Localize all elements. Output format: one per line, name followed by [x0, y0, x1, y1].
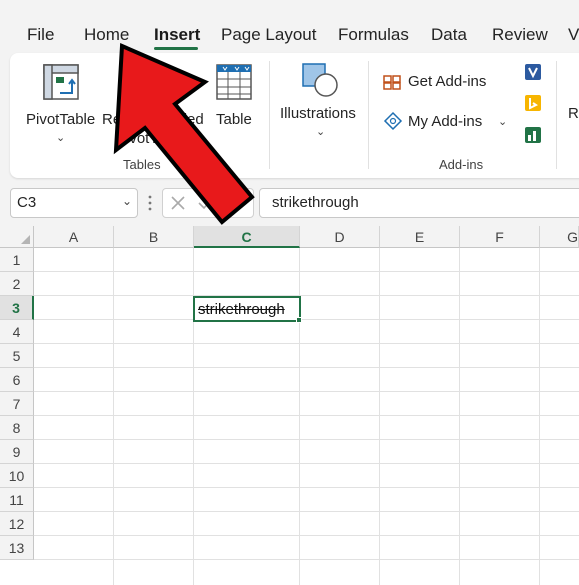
- table-icon: [216, 64, 252, 100]
- tables-group-label: Tables: [123, 157, 161, 172]
- menu-bar: File Home Insert Page Layout Formulas Da…: [0, 0, 579, 52]
- row-header-4[interactable]: 4: [0, 320, 34, 344]
- row-header-9[interactable]: 9: [0, 440, 34, 464]
- table-label: Table: [216, 111, 252, 128]
- cell-c3-text: strikethrough: [198, 301, 285, 318]
- row-header-5[interactable]: 5: [0, 344, 34, 368]
- ribbon-separator: [368, 61, 369, 169]
- gridline: [34, 535, 579, 536]
- get-addins-button[interactable]: Get Add-ins: [380, 69, 490, 95]
- column-header-b[interactable]: B: [114, 226, 194, 248]
- tab-file[interactable]: File: [27, 25, 54, 45]
- gridline: [34, 343, 579, 344]
- recommended-pivottables-icon: [133, 64, 168, 99]
- chevron-down-icon: ⌄: [56, 132, 66, 144]
- column-header-c[interactable]: C: [194, 226, 300, 248]
- column-header-e[interactable]: E: [380, 226, 460, 248]
- column-header-d[interactable]: D: [300, 226, 380, 248]
- row-header-2[interactable]: 2: [0, 272, 34, 296]
- next-group-partial-label: R: [568, 105, 579, 122]
- gridline: [34, 295, 579, 296]
- bing-icon[interactable]: [524, 94, 542, 112]
- gridline: [34, 415, 579, 416]
- row-header-1[interactable]: 1: [0, 248, 34, 272]
- column-header-a[interactable]: A: [34, 226, 114, 248]
- name-box-value: C3: [17, 194, 37, 211]
- store-icon: [383, 75, 401, 90]
- visio-icon[interactable]: [524, 63, 542, 81]
- gridline: [34, 511, 579, 512]
- my-addins-button[interactable]: My Add-ins ⌄: [380, 109, 510, 135]
- recommended-pivottables-button[interactable]: Recommended PivotTables: [100, 59, 204, 147]
- select-all-icon: [21, 235, 30, 244]
- worksheet-grid[interactable]: [0, 226, 579, 585]
- gridline: [34, 439, 579, 440]
- table-button[interactable]: Table: [210, 59, 260, 141]
- ribbon-separator: [556, 61, 557, 169]
- formula-buttons: fx: [162, 188, 254, 218]
- insert-function-icon[interactable]: fx: [229, 193, 243, 211]
- gridline: [34, 463, 579, 464]
- tab-page-layout[interactable]: Page Layout: [221, 25, 316, 45]
- tab-view-partial[interactable]: V: [568, 25, 579, 45]
- row-header-10[interactable]: 10: [0, 464, 34, 488]
- illustrations-button[interactable]: Illustrations ⌄: [276, 59, 366, 141]
- ribbon: PivotTable ⌄ Recommended PivotTables Tab…: [10, 53, 579, 178]
- row-header-12[interactable]: 12: [0, 512, 34, 536]
- gridline: [34, 487, 579, 488]
- tab-data[interactable]: Data: [431, 25, 467, 45]
- row-header-3[interactable]: 3: [0, 296, 34, 320]
- gridline: [34, 319, 579, 320]
- people-graph-icon[interactable]: [524, 126, 542, 144]
- puzzle-icon: [383, 111, 403, 131]
- column-header-f[interactable]: F: [460, 226, 540, 248]
- pivottable-label: PivotTable: [26, 111, 96, 128]
- gridline: [34, 391, 579, 392]
- gridline: [34, 367, 579, 368]
- cancel-icon[interactable]: [169, 194, 187, 212]
- row-header-7[interactable]: 7: [0, 392, 34, 416]
- my-addins-label: My Add-ins: [408, 113, 483, 130]
- tab-home[interactable]: Home: [84, 25, 129, 45]
- recommended-label-line2: PivotTables: [116, 130, 193, 147]
- ribbon-separator: [269, 61, 270, 169]
- gridline: [34, 271, 579, 272]
- gridline: [34, 559, 579, 560]
- addins-group-label: Add-ins: [439, 157, 484, 172]
- row-header-6[interactable]: 6: [0, 368, 34, 392]
- tab-formulas[interactable]: Formulas: [338, 25, 409, 45]
- row-header-13[interactable]: 13: [0, 536, 34, 560]
- chevron-down-icon[interactable]: ⌄: [122, 194, 132, 208]
- select-all-button[interactable]: [0, 226, 34, 248]
- formula-input[interactable]: strikethrough: [259, 188, 579, 218]
- more-options-icon[interactable]: [147, 194, 153, 212]
- name-box[interactable]: C3 ⌄: [10, 188, 138, 218]
- illustrations-label: Illustrations: [280, 105, 356, 122]
- get-addins-label: Get Add-ins: [408, 73, 487, 90]
- chevron-down-icon: ⌄: [316, 126, 326, 138]
- fill-handle[interactable]: [296, 317, 302, 323]
- recommended-label-line1: Recommended: [102, 111, 204, 128]
- tab-insert[interactable]: Insert: [154, 25, 200, 45]
- formula-input-value: strikethrough: [272, 194, 359, 211]
- chevron-down-icon: ⌄: [498, 116, 508, 128]
- row-header-8[interactable]: 8: [0, 416, 34, 440]
- pivottable-icon: [43, 64, 79, 100]
- column-header-g[interactable]: G: [540, 226, 579, 248]
- illustrations-icon: [302, 63, 338, 97]
- enter-icon[interactable]: [197, 194, 215, 212]
- tab-review[interactable]: Review: [492, 25, 548, 45]
- active-tab-indicator: [154, 47, 198, 50]
- row-header-11[interactable]: 11: [0, 488, 34, 512]
- pivottable-button[interactable]: PivotTable ⌄: [24, 59, 96, 144]
